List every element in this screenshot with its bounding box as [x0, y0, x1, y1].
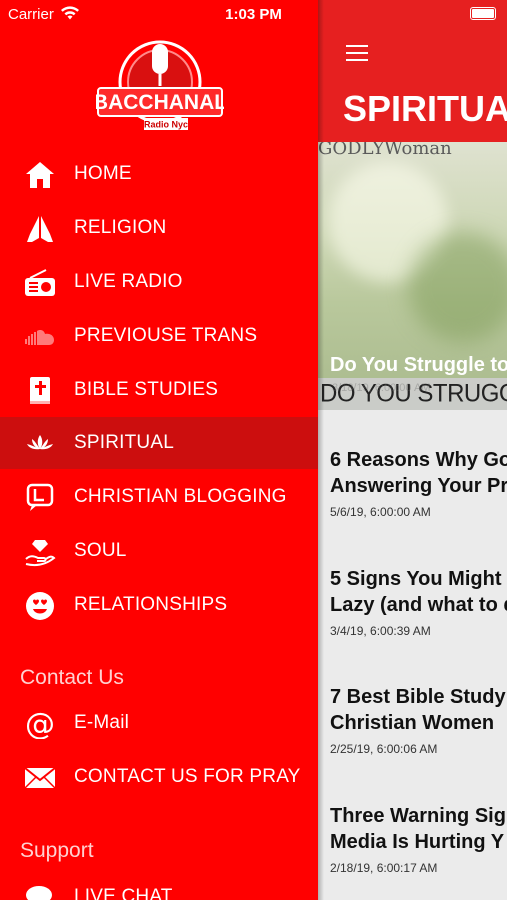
menu-item-label: RELATIONSHIPS: [74, 594, 228, 615]
page-title: SPIRITUAL: [343, 88, 507, 129]
support-heading: Support: [20, 839, 94, 862]
contact-us-heading: Contact Us: [20, 666, 124, 689]
article-date: 3/4/19, 6:00:39 AM: [330, 624, 431, 638]
list-item[interactable]: 6 Reasons Why God Answering Your Pr 5/6/…: [330, 447, 507, 519]
menu-item-label: CONTACT US FOR PRAY: [74, 766, 301, 787]
envelope-icon: [24, 767, 56, 789]
menu-item-label: HOME: [74, 163, 132, 184]
smile-heart-eyes-icon: [26, 592, 54, 620]
article-title-line: Media Is Hurting Y: [330, 831, 505, 853]
article-title-line: Three Warning Sign: [330, 805, 507, 827]
lotus-icon: [27, 435, 53, 450]
menu-item-bible-studies[interactable]: BIBLE STUDIES: [0, 364, 318, 416]
article-title-line: Christian Women: [330, 712, 495, 734]
side-drawer: BACCHANAL Radio Nyc HOME RELIGION LIVE R…: [0, 0, 318, 900]
hero-timestamp: 3/18/19, 6:00:00 AM: [332, 382, 431, 394]
menu-item-live-radio[interactable]: LIVE RADIO: [0, 256, 318, 308]
drawer-shadow: [318, 0, 324, 900]
soundcloud-icon: [25, 330, 54, 345]
praying-hands-icon: [27, 216, 53, 242]
menu-item-previouse-trans[interactable]: PREVIOUSE TRANS: [0, 310, 318, 362]
menu-item-christian-blogging[interactable]: CHRISTIAN BLOGGING: [0, 471, 318, 523]
svg-text:Radio Nyc: Radio Nyc: [144, 120, 188, 130]
diamond-hand-icon: [25, 540, 56, 567]
featured-article[interactable]: GODLYWoman Do You Struggle to DO YOU STR…: [318, 142, 507, 410]
menu-item-email[interactable]: @ E-Mail: [0, 697, 318, 749]
menu-item-label: SPIRITUAL: [74, 432, 174, 453]
menu-item-home[interactable]: HOME: [0, 148, 318, 200]
menu-item-label: BIBLE STUDIES: [74, 379, 219, 400]
menu-item-label: RELIGION: [74, 217, 167, 238]
menu-item-label: LIVE CHAT: [74, 886, 173, 900]
bible-icon: [30, 377, 50, 404]
list-item[interactable]: 7 Best Bible Study Christian Women 2/25/…: [330, 684, 507, 756]
blog-icon: [26, 483, 54, 511]
article-date: 5/6/19, 6:00:00 AM: [330, 505, 431, 519]
battery-icon: [470, 7, 496, 20]
list-item[interactable]: Three Warning Sign Media Is Hurting Y 2/…: [330, 803, 507, 875]
radio-icon: [25, 269, 55, 296]
menu-item-live-chat[interactable]: LIVE CHAT: [0, 871, 318, 900]
hamburger-menu-icon[interactable]: [346, 45, 368, 61]
menu-item-religion[interactable]: RELIGION: [0, 202, 318, 254]
article-title-line: Answering Your Pr: [330, 475, 507, 497]
clock: 1:03 PM: [225, 6, 282, 23]
menu-item-label: SOUL: [74, 540, 127, 561]
svg-text:BACCHANAL: BACCHANAL: [96, 91, 224, 114]
hero-caption: Do You Struggle to: [330, 354, 507, 376]
main-content: SPIRITUAL GODLYWoman Do You Struggle to …: [318, 0, 507, 900]
chat-icon: [26, 886, 52, 900]
article-title-line: 7 Best Bible Study: [330, 686, 506, 708]
list-item[interactable]: 5 Signs You Might B Lazy (and what to d …: [330, 566, 507, 638]
menu-item-label: PREVIOUSE TRANS: [74, 325, 258, 346]
article-title-line: 6 Reasons Why God: [330, 449, 507, 471]
at-icon: @: [25, 709, 55, 739]
svg-text:@: @: [25, 709, 55, 739]
home-icon: [26, 162, 54, 188]
menu-item-soul[interactable]: SOUL: [0, 525, 318, 577]
status-bar: Carrier 1:03 PM: [0, 0, 507, 28]
menu-item-label: CHRISTIAN BLOGGING: [74, 486, 287, 507]
article-title-line: 5 Signs You Might B: [330, 568, 507, 590]
menu-item-relationships[interactable]: RELATIONSHIPS: [0, 579, 318, 631]
menu-item-contact-us-for-pray[interactable]: CONTACT US FOR PRAY: [0, 751, 318, 803]
article-date: 2/18/19, 6:00:17 AM: [330, 861, 438, 875]
hero-brand-text: GODLYWoman: [318, 142, 452, 159]
menu-item-spiritual[interactable]: SPIRITUAL: [0, 417, 318, 469]
article-date: 2/25/19, 6:00:06 AM: [330, 742, 438, 756]
app-logo: BACCHANAL Radio Nyc: [96, 40, 224, 130]
article-title-line: Lazy (and what to d: [330, 594, 507, 616]
menu-item-label: LIVE RADIO: [74, 271, 183, 292]
menu-item-label: E-Mail: [74, 712, 130, 733]
